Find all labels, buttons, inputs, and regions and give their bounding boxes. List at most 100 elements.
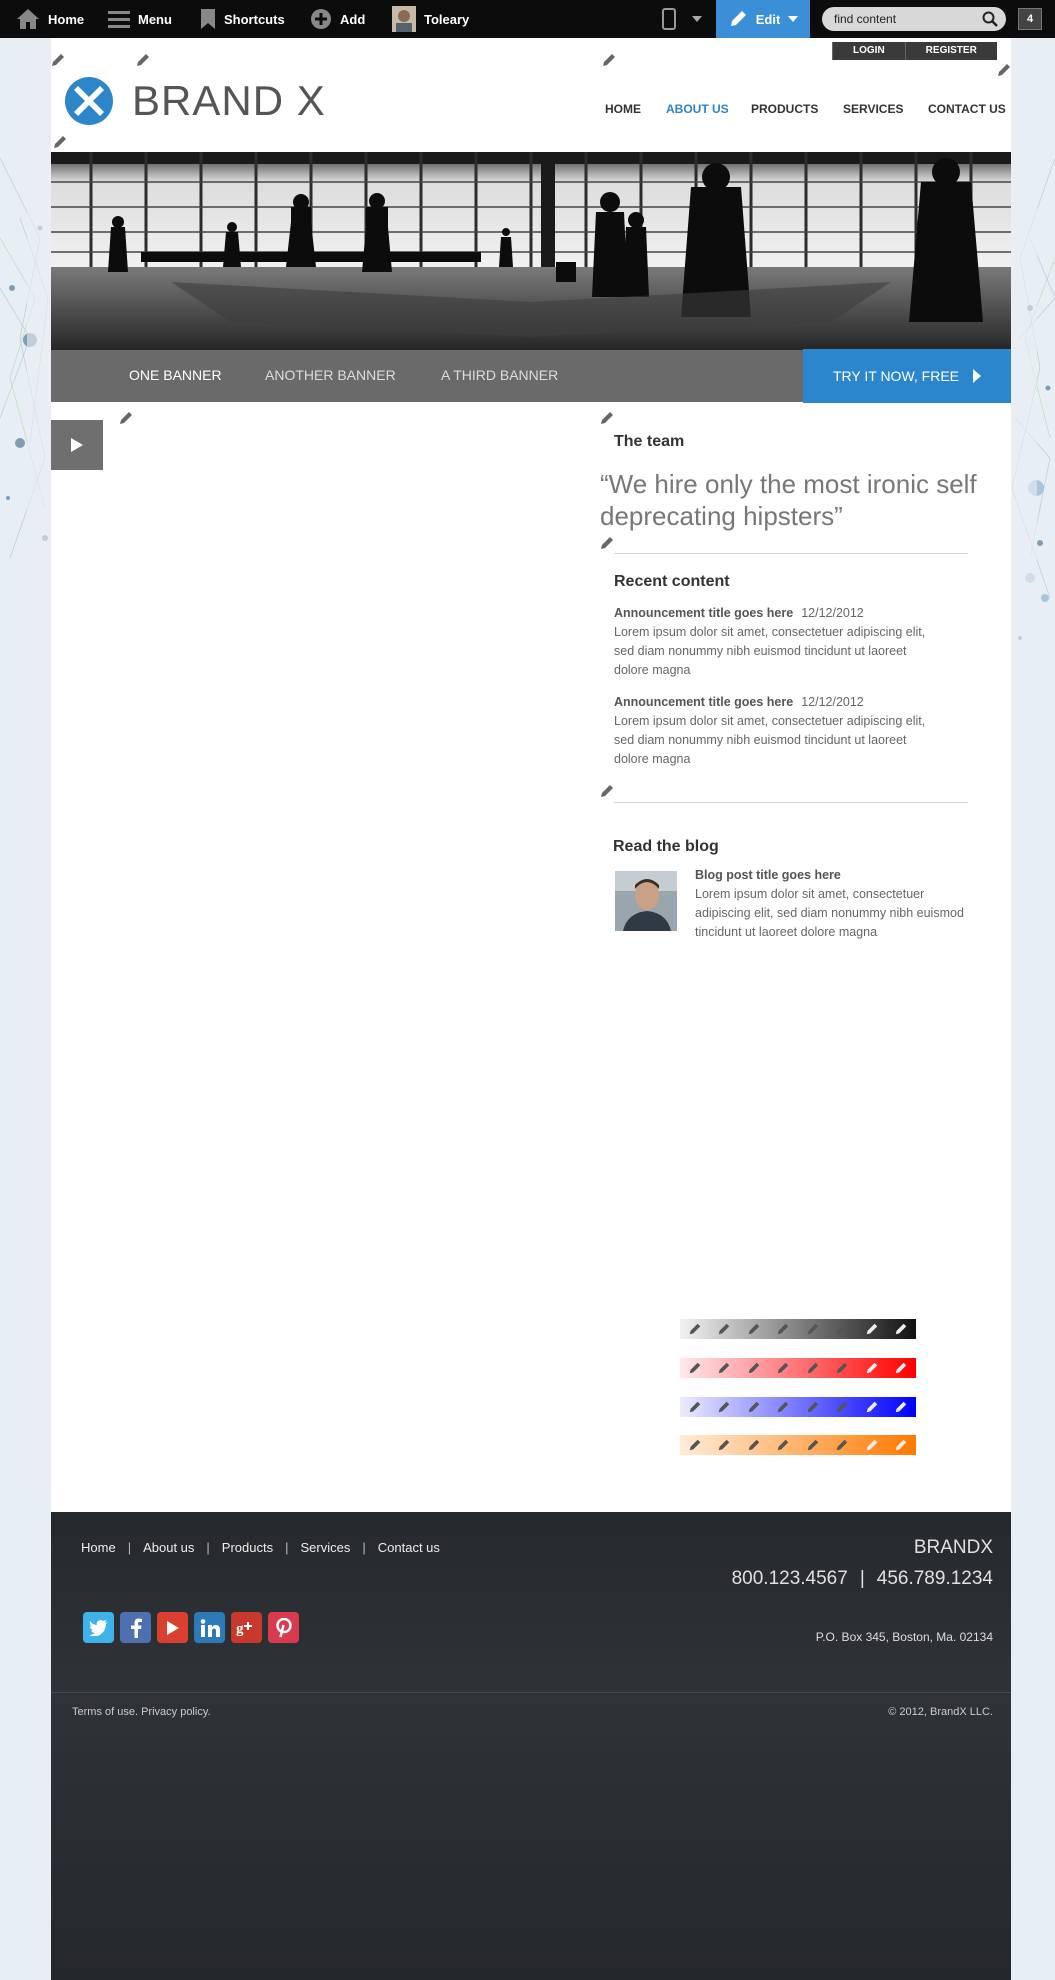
divider [614, 553, 968, 554]
login-link[interactable]: LOGIN [832, 42, 905, 60]
edit-pencil-icon[interactable] [601, 52, 617, 68]
edit-pencil-icon[interactable] [135, 52, 151, 68]
edit-pencil-icon[interactable] [806, 1438, 820, 1452]
edit-pencil-icon[interactable] [688, 1438, 702, 1452]
footer-copyright: © 2012, BrandX LLC. [888, 1706, 993, 1718]
register-link[interactable]: REGISTER [904, 42, 997, 60]
search-input-value: find content [834, 12, 897, 26]
try-it-now-button[interactable]: TRY IT NOW, FREE [803, 349, 1011, 403]
banner-tab-another[interactable]: ANOTHER BANNER [265, 367, 396, 383]
footer-link-contact-us[interactable]: Contact us [378, 1540, 440, 1555]
facebook-icon[interactable] [120, 1612, 151, 1643]
edit-pencil-icon[interactable] [52, 134, 68, 150]
edit-pencil-icon[interactable] [894, 1361, 908, 1375]
twitter-icon[interactable] [83, 1612, 114, 1643]
search-input[interactable]: find content [822, 7, 1006, 31]
toolbar-shortcuts[interactable]: Shortcuts [200, 0, 285, 38]
announcement-item: Announcement title goes here 12/12/2012 L… [614, 693, 944, 769]
youtube-icon[interactable] [157, 1612, 188, 1643]
notification-count-badge[interactable]: 4 [1018, 8, 1042, 30]
toolbar-add-label: Add [340, 11, 366, 27]
edit-pencil-icon[interactable] [776, 1400, 790, 1414]
footer-link-home[interactable]: Home [81, 1540, 116, 1555]
chevron-right-icon [973, 369, 982, 383]
edit-pencil-icon[interactable] [688, 1400, 702, 1414]
toolbar-user[interactable]: Toleary [392, 0, 469, 38]
edit-pencil-icon[interactable] [894, 1322, 908, 1336]
edit-pencil-icon[interactable] [599, 783, 615, 799]
brand-x-logo-icon [65, 77, 113, 125]
footer-link-services[interactable]: Services [301, 1540, 351, 1555]
edit-button[interactable]: Edit [716, 0, 810, 38]
footer-link-products[interactable]: Products [222, 1540, 273, 1555]
nav-home[interactable]: HOME [605, 102, 641, 116]
blog-post-title[interactable]: Blog post title goes here [695, 868, 841, 882]
edit-pencil-icon[interactable] [688, 1322, 702, 1336]
team-quote: “We hire only the most ironic self depre… [600, 469, 977, 531]
announcement-date: 12/12/2012 [801, 606, 864, 620]
edit-pencil-icon[interactable] [717, 1322, 731, 1336]
edit-pencil-icon[interactable] [776, 1438, 790, 1452]
edit-pencil-icon[interactable] [806, 1322, 820, 1336]
footer-terms[interactable]: Terms of use. Privacy policy. [72, 1706, 211, 1718]
edit-pencil-icon[interactable] [717, 1361, 731, 1375]
edit-pencil-icon[interactable] [776, 1322, 790, 1336]
edit-pencil-icon[interactable] [865, 1361, 879, 1375]
device-preview-toggle[interactable] [662, 0, 702, 38]
pencil-palette-gray [680, 1319, 916, 1339]
edit-pencil-icon[interactable] [776, 1361, 790, 1375]
linkedin-icon[interactable] [194, 1612, 225, 1643]
edit-pencil-icon[interactable] [599, 410, 615, 426]
google-plus-icon[interactable]: g [231, 1612, 262, 1643]
edit-pencil-icon[interactable] [118, 410, 134, 426]
edit-pencil-icon[interactable] [996, 62, 1012, 78]
announcement-title[interactable]: Announcement title goes here [614, 695, 793, 709]
edit-pencil-icon[interactable] [894, 1400, 908, 1414]
edit-pencil-icon[interactable] [747, 1322, 761, 1336]
edit-pencil-icon[interactable] [894, 1438, 908, 1452]
edit-pencil-icon[interactable] [747, 1361, 761, 1375]
search-icon[interactable] [982, 11, 998, 30]
edit-pencil-icon[interactable] [865, 1400, 879, 1414]
footer-links: Home | About us | Products | Services | Cont… [81, 1540, 440, 1555]
edit-pencil-icon[interactable] [806, 1400, 820, 1414]
nav-products[interactable]: PRODUCTS [751, 102, 818, 116]
edit-pencil-icon[interactable] [688, 1361, 702, 1375]
edit-pencil-icon[interactable] [599, 535, 615, 551]
blog-author-photo[interactable] [615, 871, 677, 931]
edit-pencil-icon[interactable] [747, 1438, 761, 1452]
banner-tab-one[interactable]: ONE BANNER [129, 367, 222, 383]
toolbar-home[interactable]: Home [16, 0, 84, 38]
edit-pencil-icon[interactable] [835, 1361, 849, 1375]
edit-pencil-icon[interactable] [865, 1322, 879, 1336]
toolbar-add[interactable]: Add [310, 0, 365, 38]
nav-services[interactable]: SERVICES [843, 102, 903, 116]
toolbar-menu[interactable]: Menu [108, 0, 172, 38]
banner-tab-third[interactable]: A THIRD BANNER [441, 367, 558, 383]
nav-contact-us[interactable]: CONTACT US [928, 102, 1006, 116]
brand-logo-text[interactable]: BRAND X [132, 77, 326, 125]
team-heading: The team [614, 433, 685, 450]
edit-pencil-icon[interactable] [717, 1438, 731, 1452]
home-icon [16, 8, 40, 30]
edit-pencil-icon[interactable] [835, 1438, 849, 1452]
edit-pencil-icon[interactable] [835, 1322, 849, 1336]
footer-link-about-us[interactable]: About us [143, 1540, 194, 1555]
nav-about-us[interactable]: ABOUT US [666, 102, 729, 116]
pencil-icon [728, 9, 748, 29]
announcement-title[interactable]: Announcement title goes here [614, 606, 793, 620]
recent-content-heading: Recent content [614, 573, 730, 590]
edit-pencil-icon[interactable] [747, 1400, 761, 1414]
footer-brand: BRANDX [913, 1537, 993, 1558]
pinterest-icon[interactable] [268, 1612, 299, 1643]
edit-pencil-icon[interactable] [50, 52, 66, 68]
play-button[interactable] [51, 420, 103, 470]
mobile-device-icon [662, 8, 676, 30]
edit-pencil-icon[interactable] [865, 1438, 879, 1452]
footer-divider [51, 1692, 1011, 1693]
play-icon [71, 438, 83, 452]
edit-pencil-icon[interactable] [835, 1400, 849, 1414]
edit-pencil-icon[interactable] [717, 1400, 731, 1414]
edit-pencil-icon[interactable] [806, 1361, 820, 1375]
social-links: g [83, 1612, 299, 1643]
